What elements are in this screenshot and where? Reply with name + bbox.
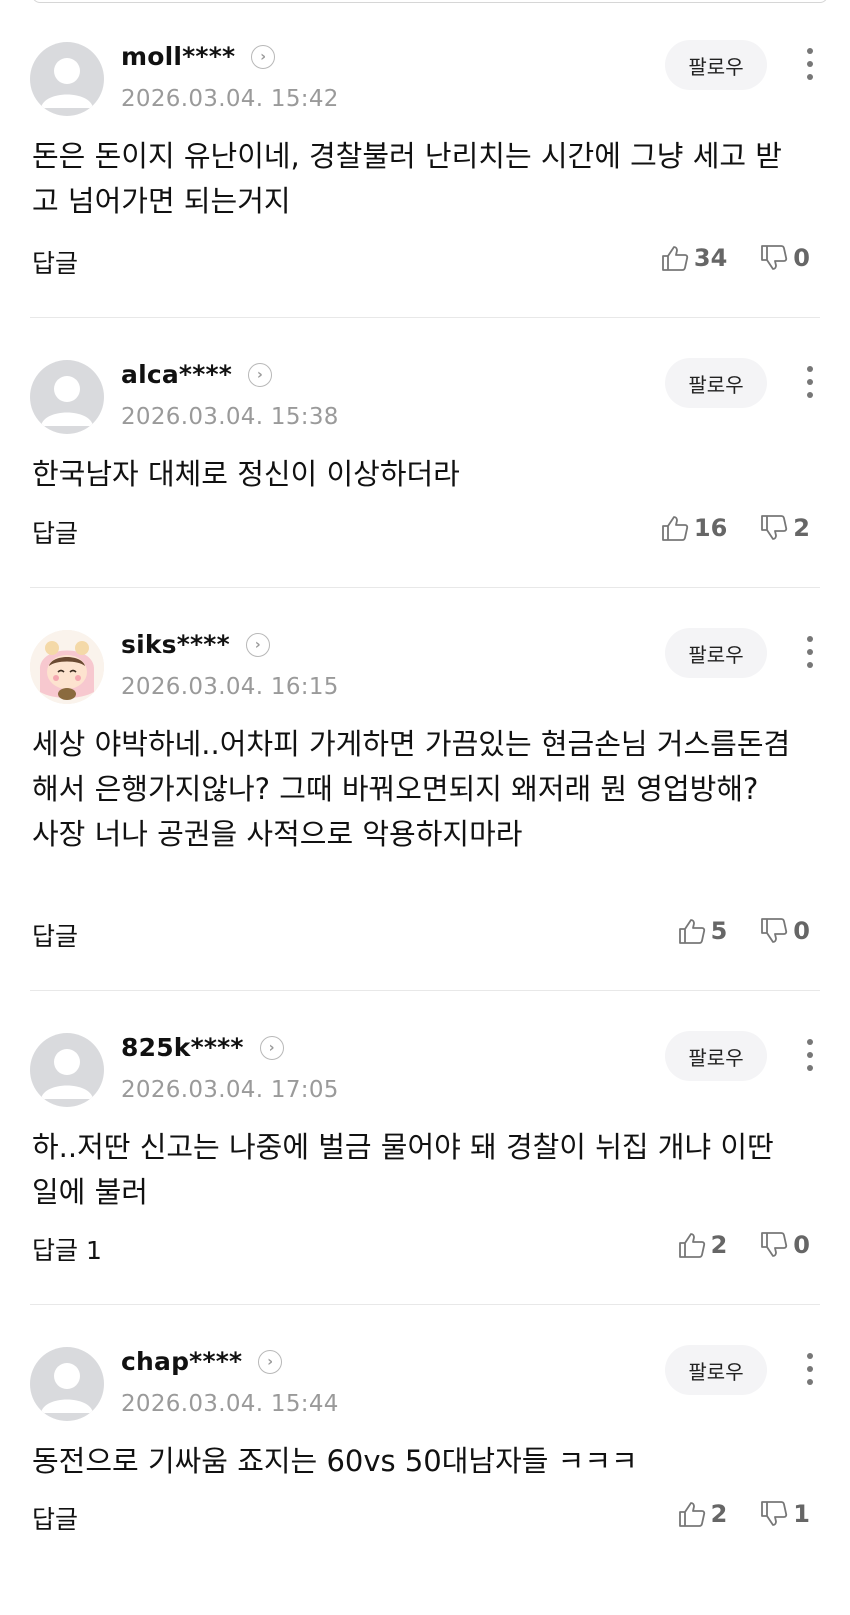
reply-button[interactable]: 답글 1 <box>32 1231 102 1267</box>
comment-item: siks**** › 2026.03.04. 16:15 팔로우 세상 야박하네… <box>0 588 850 991</box>
thumbs-down-icon <box>761 515 788 540</box>
like-button[interactable]: 2 <box>677 1500 728 1528</box>
thumbs-down-icon <box>761 1501 788 1526</box>
more-vertical-icon[interactable] <box>800 362 820 402</box>
dislike-count: 0 <box>793 244 810 272</box>
follow-button[interactable]: 팔로우 <box>665 1031 767 1081</box>
comment-list: moll**** › 2026.03.04. 15:42 팔로우 돈은 돈이지 … <box>0 0 850 1615</box>
dislike-button[interactable]: 0 <box>759 917 810 945</box>
thumbs-up-icon <box>661 246 689 271</box>
dislike-count: 0 <box>793 1231 810 1259</box>
comment-text: 한국남자 대체로 정신이 이상하더라 <box>32 457 460 491</box>
chevron-right-circle-icon[interactable]: › <box>259 1035 284 1060</box>
chevron-right-circle-icon[interactable]: › <box>245 632 270 657</box>
thumbs-down-icon <box>761 245 788 270</box>
username[interactable]: chap**** <box>121 1347 242 1376</box>
like-count: 16 <box>693 514 728 542</box>
timestamp: 2026.03.04. 16:15 <box>121 674 339 700</box>
follow-button[interactable]: 팔로우 <box>665 40 767 90</box>
more-vertical-icon[interactable] <box>800 1349 820 1389</box>
username[interactable]: alca**** <box>121 360 232 389</box>
comment-text: 동전으로 기싸움 죠지는 60vs 50대남자들 ㅋㅋㅋ <box>32 1444 638 1478</box>
default-avatar[interactable] <box>30 360 104 434</box>
like-count: 5 <box>710 917 728 945</box>
follow-button[interactable]: 팔로우 <box>665 358 767 408</box>
timestamp: 2026.03.04. 15:42 <box>121 86 339 112</box>
username-link[interactable]: chap**** › <box>121 1347 283 1376</box>
comment-text: 세상 야박하네..어차피 가게하면 가끔있는 현금손님 거스름돈겸 해서 은행가… <box>32 727 791 851</box>
username-link[interactable]: moll**** › <box>121 42 276 71</box>
thumbs-down-icon <box>761 918 788 943</box>
more-vertical-icon[interactable] <box>800 1035 820 1075</box>
thumbs-up-icon <box>661 516 689 541</box>
chevron-right-circle-icon[interactable]: › <box>258 1349 283 1374</box>
like-count: 2 <box>710 1231 728 1259</box>
username[interactable]: 825k**** <box>121 1033 244 1062</box>
dislike-count: 2 <box>793 514 810 542</box>
timestamp: 2026.03.04. 15:44 <box>121 1391 339 1417</box>
comment-text: 하..저딴 신고는 나중에 벌금 물어야 돼 경찰이 뉘집 개냐 이딴 일에 불… <box>32 1130 774 1209</box>
dislike-button[interactable]: 2 <box>759 514 810 542</box>
default-avatar[interactable] <box>30 1347 104 1421</box>
username-link[interactable]: alca**** › <box>121 360 273 389</box>
comment-item: chap**** › 2026.03.04. 15:44 팔로우 동전으로 기싸… <box>0 1305 850 1615</box>
thumbs-up-icon <box>678 1233 705 1258</box>
like-button[interactable]: 5 <box>677 917 728 945</box>
username-link[interactable]: 825k**** › <box>121 1033 284 1062</box>
like-count: 2 <box>710 1500 728 1528</box>
dislike-button[interactable]: 0 <box>759 1231 810 1259</box>
more-vertical-icon[interactable] <box>800 632 820 672</box>
reply-button[interactable]: 답글 <box>32 244 78 280</box>
username-link[interactable]: siks**** › <box>121 630 270 659</box>
vote-group: 34 0 <box>660 244 810 272</box>
like-button[interactable]: 16 <box>660 514 727 542</box>
dislike-button[interactable]: 0 <box>759 244 810 272</box>
vote-group: 5 0 <box>677 917 810 945</box>
username[interactable]: moll**** <box>121 42 235 71</box>
comment-item: alca**** › 2026.03.04. 15:38 팔로우 한국남자 대체… <box>0 318 850 588</box>
thumbs-up-icon <box>678 919 705 944</box>
vote-group: 16 2 <box>660 514 810 542</box>
thumbs-down-icon <box>761 1232 788 1257</box>
follow-button[interactable]: 팔로우 <box>665 1345 767 1395</box>
follow-button[interactable]: 팔로우 <box>665 628 767 678</box>
like-button[interactable]: 34 <box>660 244 727 272</box>
dislike-count: 0 <box>793 917 810 945</box>
dislike-button[interactable]: 1 <box>759 1500 810 1528</box>
dislike-count: 1 <box>793 1500 810 1528</box>
vote-group: 2 0 <box>677 1231 810 1259</box>
thumbs-up-icon <box>678 1502 705 1527</box>
like-button[interactable]: 2 <box>677 1231 728 1259</box>
comment-text: 돈은 돈이지 유난이네, 경찰불러 난리치는 시간에 그냥 세고 받고 넘어가면… <box>32 139 782 218</box>
default-avatar[interactable] <box>30 1033 104 1107</box>
reply-button[interactable]: 답글 <box>32 514 78 550</box>
chevron-right-circle-icon[interactable]: › <box>251 44 276 69</box>
character-avatar[interactable] <box>30 630 104 704</box>
like-count: 34 <box>693 244 728 272</box>
vote-group: 2 1 <box>677 1500 810 1528</box>
reply-button[interactable]: 답글 <box>32 917 78 953</box>
default-avatar[interactable] <box>30 42 104 116</box>
more-vertical-icon[interactable] <box>800 44 820 84</box>
comment-item: 825k**** › 2026.03.04. 17:05 팔로우 하..저딴 신… <box>0 991 850 1305</box>
username[interactable]: siks**** <box>121 630 230 659</box>
timestamp: 2026.03.04. 15:38 <box>121 404 339 430</box>
chevron-right-circle-icon[interactable]: › <box>248 362 273 387</box>
timestamp: 2026.03.04. 17:05 <box>121 1077 339 1103</box>
comment-item: moll**** › 2026.03.04. 15:42 팔로우 돈은 돈이지 … <box>0 0 850 318</box>
reply-button[interactable]: 답글 <box>32 1500 78 1536</box>
